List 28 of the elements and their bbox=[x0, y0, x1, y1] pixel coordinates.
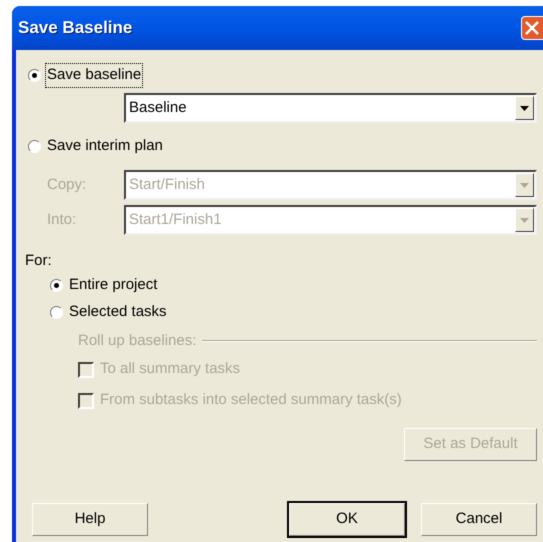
radio-button[interactable] bbox=[50, 279, 63, 292]
dropdown-value: Baseline bbox=[128, 98, 187, 118]
field-label: Copy: bbox=[46, 174, 88, 195]
dropdown-arrow-button[interactable] bbox=[515, 96, 534, 120]
radio-button[interactable] bbox=[28, 140, 41, 153]
checkbox-label: To all summary tasks bbox=[100, 359, 240, 380]
dropdown-value: Start/Finish bbox=[128, 174, 205, 195]
window-title: Save Baseline bbox=[18, 17, 132, 40]
dropdown-value: Start1/Finish1 bbox=[128, 210, 222, 230]
close-button[interactable] bbox=[521, 16, 543, 40]
radio-button[interactable] bbox=[50, 306, 63, 319]
checkbox-label: From subtasks into selected summary task(s) bbox=[100, 390, 402, 410]
group-label: Roll up baselines: bbox=[78, 330, 196, 351]
dialog-button[interactable]: Cancel bbox=[421, 503, 537, 536]
radio-label: Save interim plan bbox=[46, 136, 164, 156]
radio-label: Save baseline bbox=[46, 64, 142, 87]
radio-label: Entire project bbox=[68, 275, 158, 296]
radio-label: Selected tasks bbox=[68, 302, 168, 322]
field-label: Into: bbox=[46, 210, 78, 230]
dropdown-field[interactable]: Baseline bbox=[124, 93, 537, 123]
caret-icon bbox=[520, 218, 529, 222]
close-icon bbox=[524, 20, 540, 36]
radio-button[interactable] bbox=[28, 69, 41, 82]
dialog-button[interactable]: Help bbox=[32, 503, 148, 536]
caret-icon bbox=[520, 106, 529, 110]
caret-icon bbox=[520, 182, 529, 188]
section-label: For: bbox=[25, 251, 52, 271]
dialog-button[interactable]: OK bbox=[289, 503, 405, 536]
